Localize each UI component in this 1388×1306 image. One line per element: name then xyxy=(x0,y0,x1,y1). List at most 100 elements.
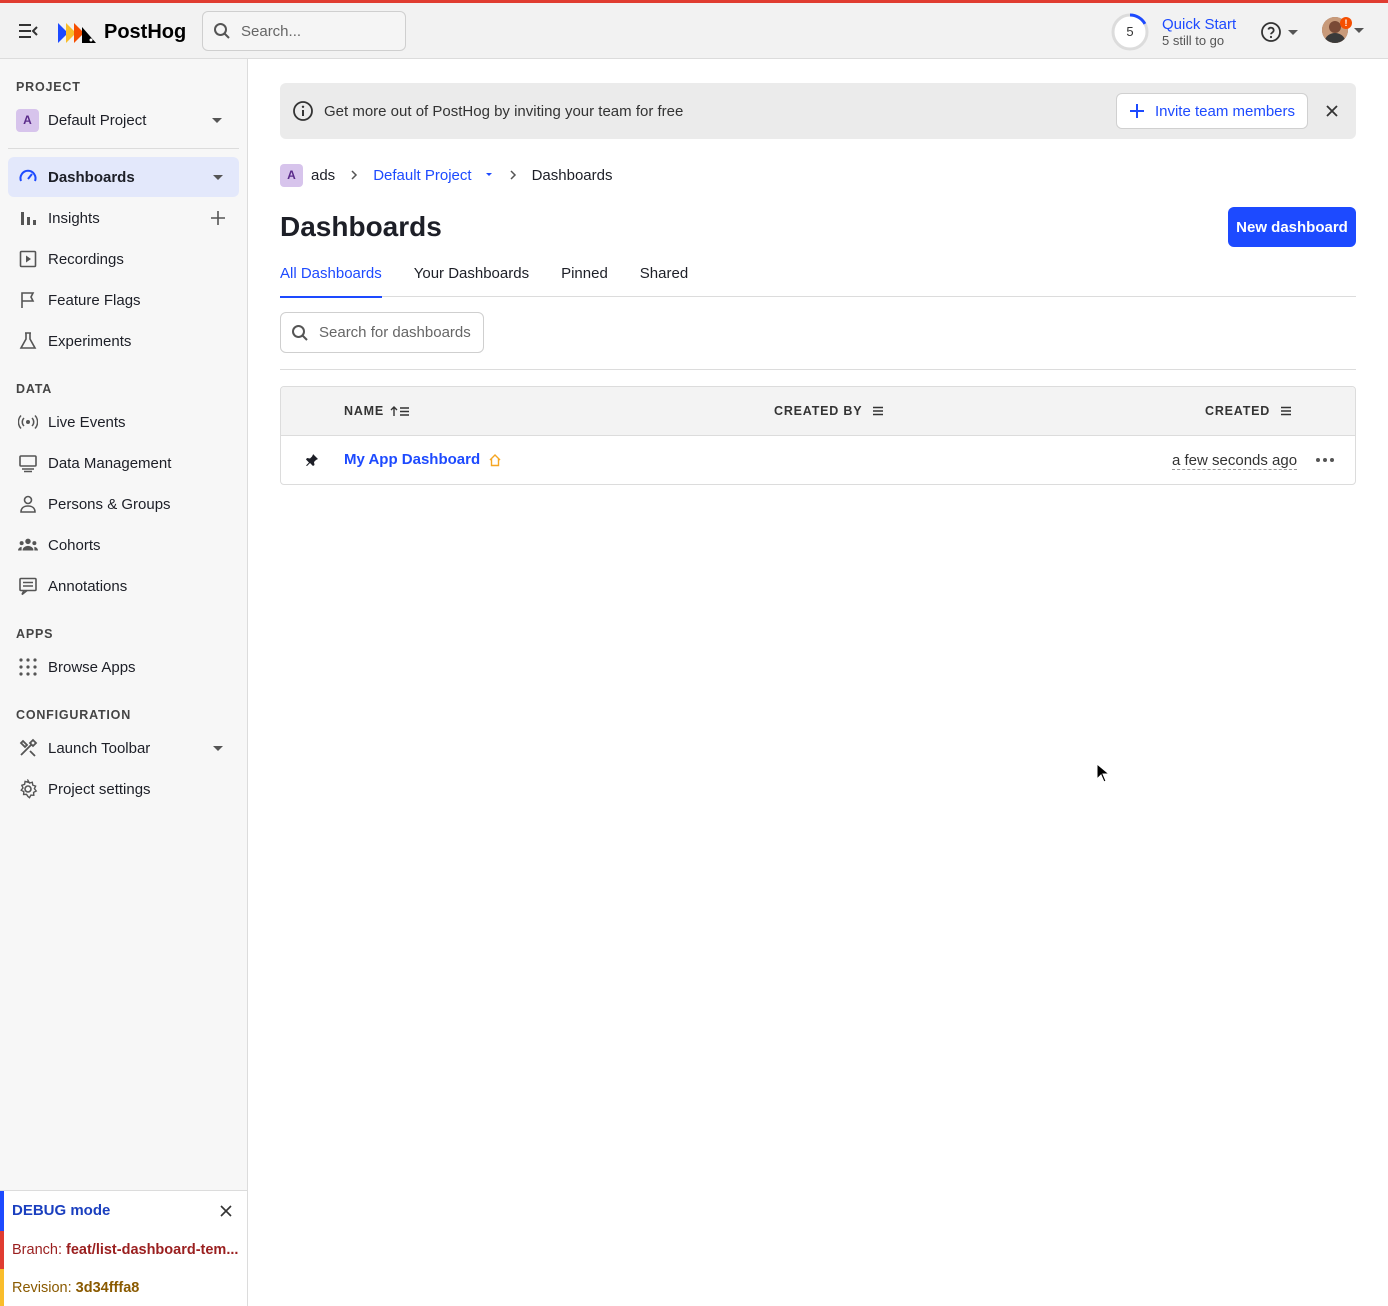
breadcrumb-project[interactable]: Default Project xyxy=(373,167,471,184)
project-switcher[interactable]: A Default Project xyxy=(16,107,228,133)
sidebar-item-dashboards[interactable]: Dashboards xyxy=(8,157,239,197)
dashboard-name-link[interactable]: My App Dashboard xyxy=(344,451,502,468)
global-search-input[interactable] xyxy=(241,22,391,40)
dashboard-search[interactable] xyxy=(280,312,484,353)
close-icon[interactable] xyxy=(218,1203,234,1222)
table-header: NAME CREATED BY CREATED xyxy=(281,387,1355,436)
sidebar-item-feature-flags[interactable]: Feature Flags xyxy=(8,280,239,320)
cohorts-icon xyxy=(18,535,38,555)
chevron-down-icon xyxy=(1288,29,1298,35)
sidebar-item-data-management[interactable]: Data Management xyxy=(8,443,239,483)
flask-icon xyxy=(18,331,38,351)
tab-your-dashboards[interactable]: Your Dashboards xyxy=(414,256,529,297)
plus-icon[interactable] xyxy=(207,207,229,229)
project-name: Default Project xyxy=(48,111,147,129)
play-square-icon xyxy=(18,249,38,269)
sidebar-item-annotations[interactable]: Annotations xyxy=(8,566,239,606)
sidebar-item-browse-apps[interactable]: Browse Apps xyxy=(8,647,239,687)
sidebar-item-label: Annotations xyxy=(48,577,128,595)
divider xyxy=(8,148,239,149)
sort-icon xyxy=(873,406,884,416)
divider xyxy=(280,369,1356,370)
sidebar-item-label: Live Events xyxy=(48,413,126,431)
sort-icon xyxy=(1281,406,1292,416)
apps-section-label: APPS xyxy=(16,627,54,641)
sort-asc-icon xyxy=(390,406,410,416)
sidebar-item-insights[interactable]: Insights xyxy=(8,198,239,238)
sidebar-item-label: Launch Toolbar xyxy=(48,739,151,757)
sidebar-item-label: Cohorts xyxy=(48,536,101,554)
info-icon xyxy=(293,101,313,121)
tools-icon xyxy=(18,738,38,758)
breadcrumb-org[interactable]: ads xyxy=(311,167,335,184)
invite-team-label: Invite team members xyxy=(1154,102,1295,120)
global-search[interactable] xyxy=(202,11,406,51)
sidebar-item-cohorts[interactable]: Cohorts xyxy=(8,525,239,565)
close-icon[interactable] xyxy=(1319,98,1345,124)
new-dashboard-button[interactable]: New dashboard xyxy=(1228,207,1356,247)
mouse-cursor-icon xyxy=(1096,762,1111,786)
chevron-right-icon xyxy=(351,170,358,180)
apps-grid-icon xyxy=(18,657,38,677)
dashboard-name: My App Dashboard xyxy=(344,451,481,468)
debug-branch: Branch: feat/list-dashboard-tem... xyxy=(12,1242,240,1258)
sidebar-item-label: Browse Apps xyxy=(48,658,136,676)
column-header-label: NAME xyxy=(344,404,385,418)
table-row: My App Dashboard a few seconds ago xyxy=(281,436,1355,484)
chevron-down-icon[interactable] xyxy=(207,737,229,759)
debug-revision-value: 3d34fffa8 xyxy=(75,1280,140,1296)
invite-team-button[interactable]: Invite team members xyxy=(1115,93,1308,129)
project-badge: A xyxy=(16,108,39,132)
sidebar-item-launch-toolbar[interactable]: Launch Toolbar xyxy=(8,728,239,768)
person-icon xyxy=(18,494,38,514)
pin-icon[interactable] xyxy=(305,453,319,470)
search-icon xyxy=(292,324,308,341)
chevron-down-icon[interactable] xyxy=(207,166,229,188)
tab-all-dashboards[interactable]: All Dashboards xyxy=(280,256,382,298)
sidebar-item-label: Insights xyxy=(48,209,100,227)
sidebar-item-persons-groups[interactable]: Persons & Groups xyxy=(8,484,239,524)
more-options-icon[interactable] xyxy=(1311,448,1339,472)
quick-start-count: 5 xyxy=(1126,24,1134,39)
search-icon xyxy=(214,23,230,39)
page-title: Dashboards xyxy=(280,211,442,242)
sidebar-item-live-events[interactable]: Live Events xyxy=(8,402,239,442)
sidebar-item-label: Experiments xyxy=(48,332,132,350)
home-icon xyxy=(489,453,501,466)
tab-pinned[interactable]: Pinned xyxy=(561,256,608,297)
quick-start-subtitle: 5 still to go xyxy=(1162,33,1225,48)
tab-shared[interactable]: Shared xyxy=(640,256,688,297)
quick-start-button[interactable]: 5 Quick Start 5 still to go xyxy=(1110,11,1236,53)
column-header-name[interactable]: NAME xyxy=(344,404,410,418)
dashboards-table: NAME CREATED BY CREATED My App Dashboard… xyxy=(280,386,1356,485)
database-icon xyxy=(18,453,38,473)
help-circle-icon xyxy=(1261,22,1281,42)
sidebar-item-experiments[interactable]: Experiments xyxy=(8,321,239,361)
sidebar: PROJECT A Default Project Dashboards Ins… xyxy=(0,59,248,1306)
chevron-right-icon xyxy=(510,170,516,180)
top-bar: PostHog 5 Quick Start 5 still to go ! xyxy=(0,0,1388,59)
breadcrumb-current: Dashboards xyxy=(531,166,613,184)
sidebar-item-recordings[interactable]: Recordings xyxy=(8,239,239,279)
debug-title: DEBUG mode xyxy=(12,1202,111,1219)
invite-banner: Get more out of PostHog by inviting your… xyxy=(280,83,1356,139)
chevron-down-icon xyxy=(212,117,222,123)
gear-icon xyxy=(18,779,38,799)
sidebar-item-project-settings[interactable]: Project settings xyxy=(8,769,239,809)
banner-text: Get more out of PostHog by inviting your… xyxy=(324,102,684,120)
column-header-label: CREATED BY xyxy=(774,404,863,418)
help-button[interactable] xyxy=(1260,21,1298,43)
column-header-created-by[interactable]: CREATED BY xyxy=(774,404,884,418)
bar-chart-icon xyxy=(18,208,38,228)
posthog-logo[interactable]: PostHog xyxy=(58,17,186,47)
gauge-icon xyxy=(18,167,38,187)
org-badge: A xyxy=(280,163,303,187)
dashboard-search-input[interactable] xyxy=(319,324,479,341)
column-header-label: CREATED xyxy=(1205,404,1271,418)
column-header-created[interactable]: CREATED xyxy=(1205,404,1292,418)
menu-collapse-icon[interactable] xyxy=(17,20,39,42)
data-section-label: DATA xyxy=(16,382,53,396)
annotation-icon xyxy=(18,576,38,596)
chevron-down-icon[interactable] xyxy=(484,171,494,179)
debug-panel: DEBUG mode Branch: feat/list-dashboard-t… xyxy=(0,1190,247,1306)
